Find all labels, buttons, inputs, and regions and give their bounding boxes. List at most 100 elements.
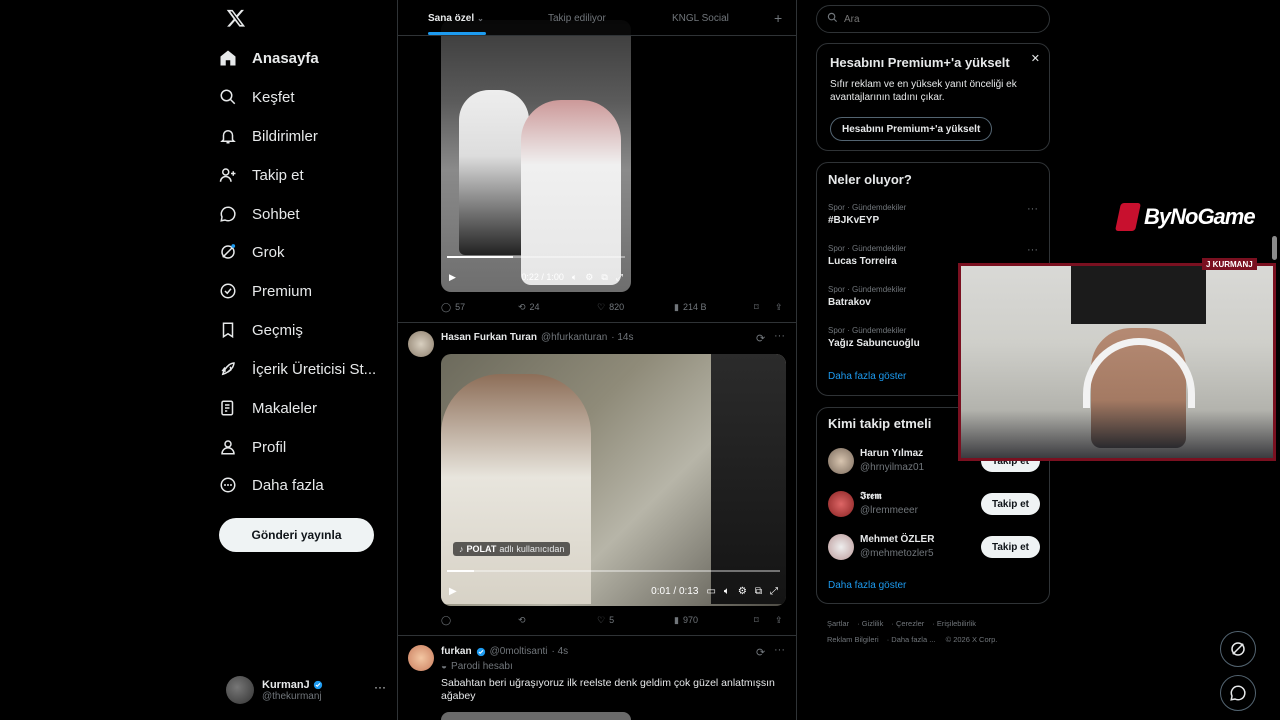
footer-link[interactable]: Gizlilik: [862, 619, 884, 628]
show-more-link[interactable]: Daha fazla göster: [828, 580, 906, 591]
suggestion-handle: @lremmeeer: [860, 505, 918, 516]
follow-button[interactable]: Takip et: [980, 536, 1040, 558]
nav-premium[interactable]: Premium: [218, 273, 322, 309]
tab-for-you[interactable]: Sana özel ⌄: [428, 0, 484, 36]
grok-icon[interactable]: ⟳: [756, 332, 765, 345]
nav-home[interactable]: Anasayfa: [218, 40, 329, 76]
bookmark-button[interactable]: ⌑: [754, 615, 759, 626]
author-handle[interactable]: @0moltisanti: [490, 646, 548, 657]
follow-suggestion[interactable]: 𝕴𝖗𝖊𝖒 @lremmeeer Takip et: [828, 491, 1040, 521]
nav-more[interactable]: Daha fazla: [218, 467, 334, 503]
footer-link[interactable]: Şartlar: [827, 619, 849, 628]
close-icon[interactable]: ✕: [1031, 52, 1040, 65]
share-button[interactable]: ⇪: [775, 302, 783, 313]
video-time: 0:22 / 1:00: [521, 272, 564, 282]
page-scrollbar[interactable]: [1272, 236, 1277, 260]
x-logo-icon[interactable]: [226, 8, 246, 28]
messages-floating-button[interactable]: [1220, 675, 1256, 711]
repost-button[interactable]: ⟲ 24: [518, 302, 540, 313]
nav-profile[interactable]: Profil: [218, 429, 296, 465]
verified-icon: [313, 680, 322, 689]
bell-icon: [218, 126, 238, 146]
premium-upgrade-button[interactable]: Hesabını Premium+'a yükselt: [830, 117, 993, 141]
audio-source-user: POLAT: [466, 544, 497, 554]
more-icon[interactable]: ···: [774, 644, 785, 656]
captions-icon[interactable]: ▭: [706, 586, 715, 597]
tab-label: Sana özel: [428, 12, 475, 24]
more-icon[interactable]: ···: [1027, 244, 1038, 256]
post-time[interactable]: · 4s: [552, 646, 569, 657]
post-text: Sabahtan beri uğraşıyoruz ilk reelste de…: [441, 677, 775, 702]
post-time[interactable]: · 14s: [611, 332, 633, 343]
pip-icon[interactable]: ⧉: [601, 272, 607, 283]
avatar: [828, 491, 854, 517]
nav-explore[interactable]: Keşfet: [218, 79, 305, 115]
nav-history[interactable]: Geçmiş: [218, 312, 313, 348]
search-box[interactable]: [816, 5, 1050, 33]
reply-button[interactable]: ◯ 57: [441, 302, 465, 313]
follow-suggestion[interactable]: Mehmet ÖZLER @mehmetozler5 Takip et: [828, 534, 1040, 564]
nav-articles[interactable]: Makaleler: [218, 390, 327, 426]
views-button[interactable]: ▮ 214 B: [674, 302, 706, 313]
avatar[interactable]: [408, 331, 434, 357]
post-video[interactable]: ♪ POLAT adlı kullanıcıdan ▶ 0:01 / 0:13 …: [441, 354, 786, 606]
bookmark-icon: [218, 320, 238, 340]
search-input[interactable]: [844, 13, 1034, 25]
post-button[interactable]: Gönderi yayınla: [219, 518, 374, 552]
trend-topic: #BJKvEYP: [828, 215, 880, 226]
nav-grok[interactable]: Grok: [218, 234, 295, 270]
grok-icon[interactable]: ⟳: [756, 646, 765, 659]
volume-icon[interactable]: 🔈︎: [724, 586, 730, 597]
footer-link[interactable]: Daha fazla ...: [891, 635, 935, 644]
author-handle[interactable]: @hfurkanturan: [541, 332, 607, 343]
share-button[interactable]: ⇪: [775, 615, 783, 626]
more-icon[interactable]: ···: [1027, 203, 1038, 215]
play-icon[interactable]: ▶: [449, 272, 456, 283]
grok-floating-button[interactable]: [1220, 631, 1256, 667]
post-image[interactable]: [441, 712, 631, 720]
app-root: Anasayfa Keşfet Bildirimler Takip et Soh…: [0, 0, 1280, 720]
trend-item[interactable]: Spor · Gündemdekiler #BJKvEYP ···: [828, 203, 1038, 226]
views-button[interactable]: ▮ 970: [674, 615, 698, 626]
more-icon[interactable]: ···: [774, 330, 785, 342]
add-tab-icon[interactable]: +: [774, 10, 782, 26]
repost-icon: ⟲: [518, 614, 526, 625]
nav-chat[interactable]: Sohbet: [218, 196, 310, 232]
fullscreen-icon[interactable]: ⤢: [616, 272, 623, 283]
footer-link[interactable]: Çerezler: [896, 619, 924, 628]
repost-button[interactable]: ⟲: [518, 615, 530, 626]
webcam-name-tag: J KURMANJ: [1202, 258, 1257, 270]
tab-following[interactable]: Takip ediliyor: [548, 0, 606, 36]
author-name[interactable]: Hasan Furkan Turan: [441, 332, 537, 343]
pip-icon[interactable]: ⧉: [755, 586, 762, 597]
author-name[interactable]: furkan: [441, 646, 472, 657]
volume-icon[interactable]: 🔈︎: [572, 272, 577, 283]
video-progress-bar[interactable]: [447, 570, 780, 572]
settings-icon[interactable]: ⚙: [585, 272, 593, 283]
nav-creator-studio[interactable]: İçerik Üreticisi St...: [218, 351, 386, 387]
show-more-link[interactable]: Daha fazla göster: [828, 371, 906, 382]
tab-kngl-social[interactable]: KNGL Social: [672, 0, 729, 36]
follow-button[interactable]: Takip et: [980, 493, 1040, 515]
post-actions: ◯ 57 ⟲ 24 ♡ 820 ▮ 214 B ⌑ ⇪: [441, 299, 786, 315]
account-switcher[interactable]: KurmanJ @thekurmanj ···: [226, 672, 386, 708]
more-icon[interactable]: ···: [374, 680, 386, 694]
post-video[interactable]: ▶ 0:22 / 1:00 🔈︎ ⚙ ⧉ ⤢: [441, 20, 631, 292]
play-icon[interactable]: ▶: [449, 586, 457, 597]
nav-label: Geçmiş: [252, 321, 303, 339]
settings-icon[interactable]: ⚙: [738, 586, 747, 597]
nav-label: Bildirimler: [252, 127, 318, 145]
like-button[interactable]: ♡ 820: [597, 302, 624, 313]
nav-follow[interactable]: Takip et: [218, 157, 314, 193]
like-button[interactable]: ♡ 5: [597, 615, 614, 626]
reply-button[interactable]: ◯: [441, 615, 455, 626]
trend-context: Spor · Gündemdekiler: [828, 203, 907, 212]
post-header: Hasan Furkan Turan @hfurkanturan · 14s: [441, 332, 634, 343]
footer-link[interactable]: Erişilebilirlik: [937, 619, 976, 628]
nav-notifications[interactable]: Bildirimler: [218, 118, 328, 154]
fullscreen-icon[interactable]: ⤢: [770, 586, 778, 597]
footer-link[interactable]: Reklam Bilgileri: [827, 635, 879, 644]
avatar[interactable]: [408, 645, 434, 671]
video-progress-bar[interactable]: [447, 256, 625, 258]
bookmark-button[interactable]: ⌑: [754, 302, 759, 313]
